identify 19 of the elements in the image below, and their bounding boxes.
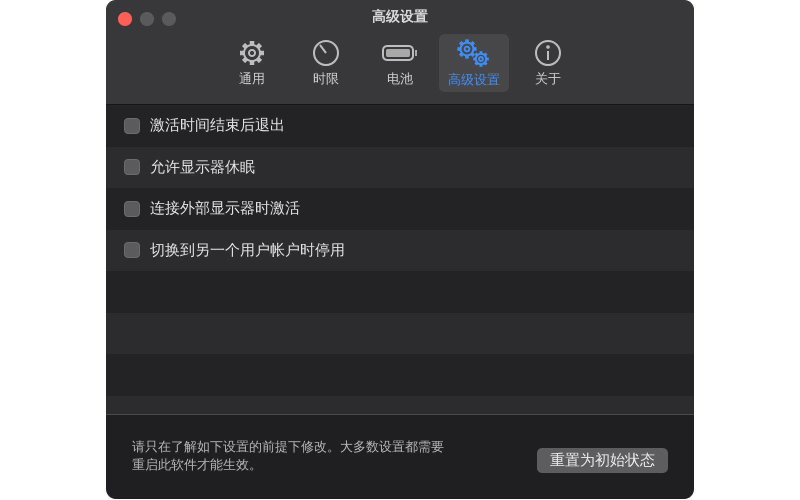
gears-icon <box>456 38 492 68</box>
option-label: 激活时间结束后退出 <box>150 116 285 136</box>
toolbar-tab[interactable]: 时限 <box>291 34 361 92</box>
toolbar-tab[interactable]: 电池 <box>365 34 435 92</box>
reset-button[interactable]: 重置为初始状态 <box>537 448 668 472</box>
checkbox[interactable] <box>124 118 140 134</box>
gear-icon <box>238 38 266 66</box>
option-label: 允许显示器休眠 <box>150 158 255 177</box>
info-icon <box>534 38 562 66</box>
checkbox[interactable] <box>124 200 140 217</box>
checkbox[interactable] <box>124 242 140 258</box>
timer-icon <box>312 38 340 66</box>
footer-note: 请只在了解如下设置的前提下修改。大多数设置都需要重启此软件才能生效。 <box>132 439 445 475</box>
option-label: 连接外部显示器时激活 <box>150 199 300 218</box>
toolbar-tab[interactable]: 关于 <box>513 34 583 92</box>
option-label: 切换到另一个用户帐户时停用 <box>150 240 345 260</box>
checkbox[interactable] <box>124 159 140 176</box>
toolbar-tab[interactable]: 通用 <box>217 34 287 92</box>
window-title: 高级设置 <box>372 8 428 26</box>
